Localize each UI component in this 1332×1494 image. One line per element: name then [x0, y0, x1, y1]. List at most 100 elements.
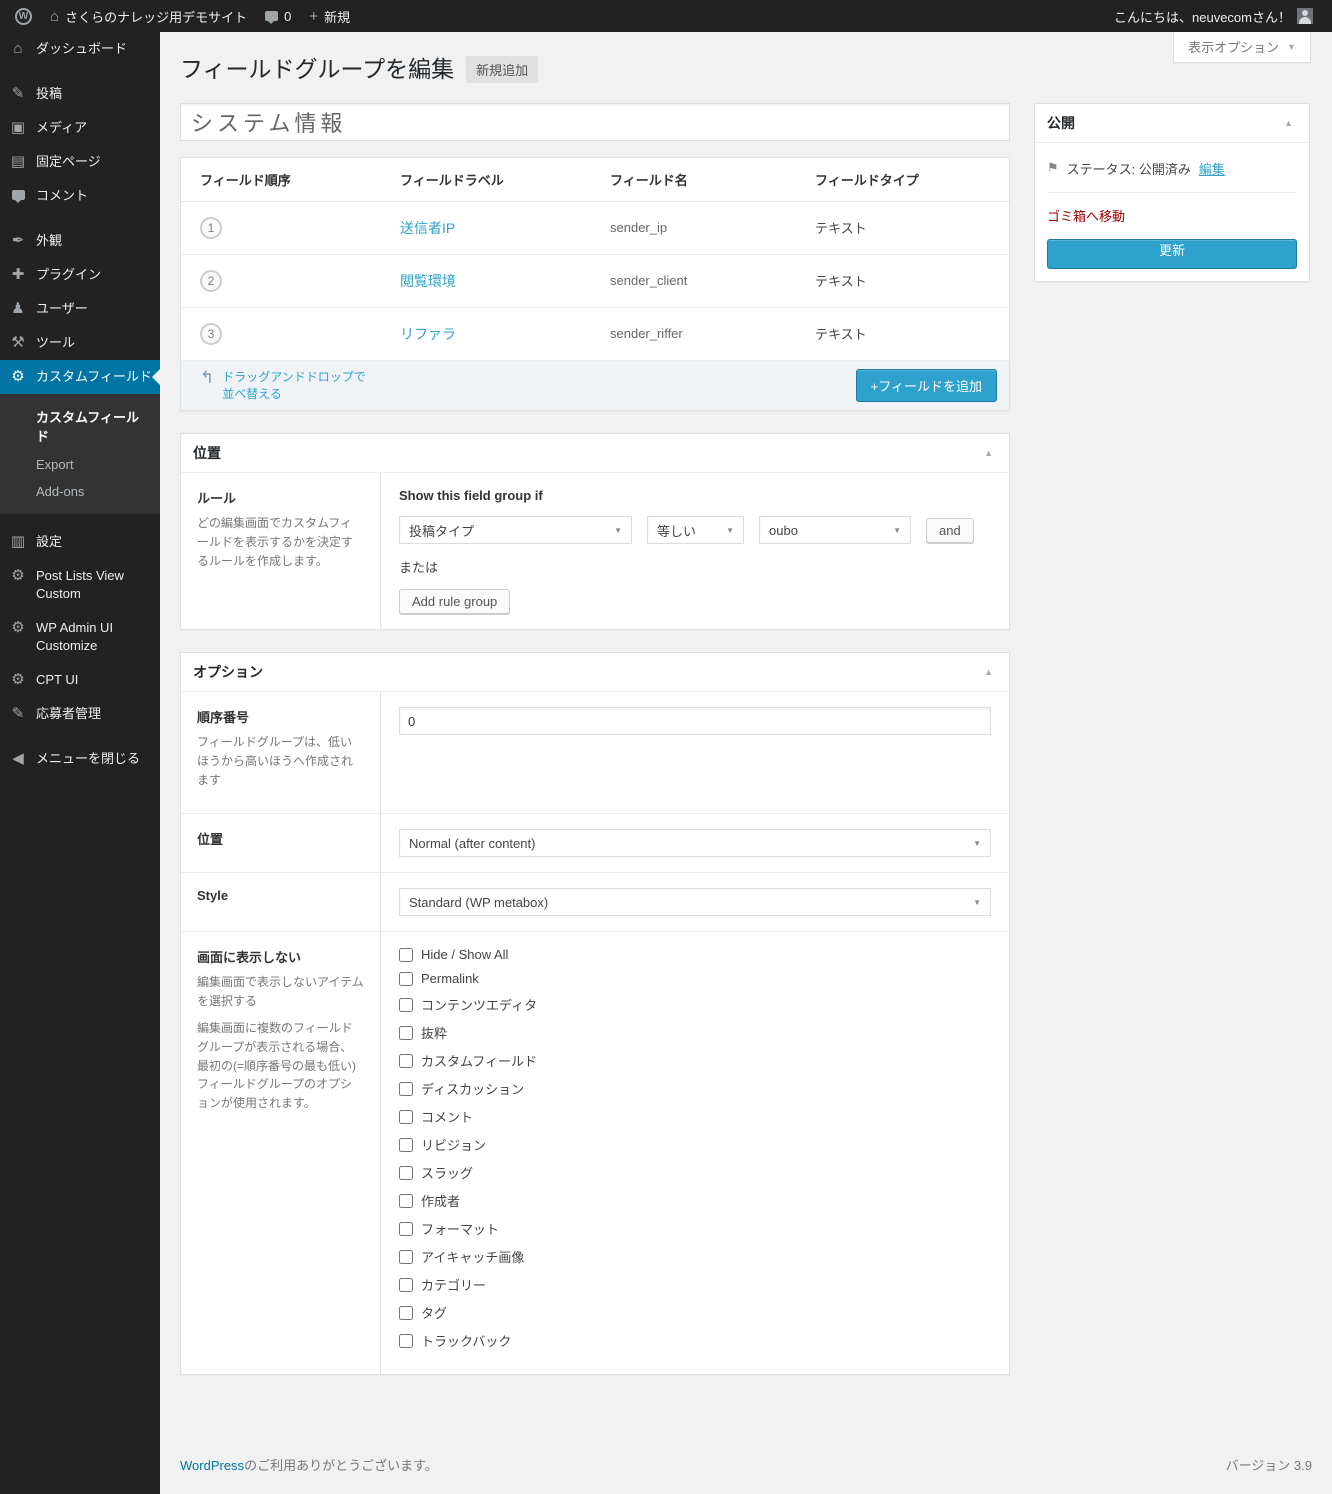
hide-option-custom-fields[interactable]: カスタムフィールド [399, 1051, 991, 1070]
sidebar-item-applicant-management[interactable]: ✎ 応募者管理 [0, 697, 160, 731]
add-new-button[interactable]: 新規追加 [466, 56, 538, 83]
location-value-select[interactable]: oubo ▼ [759, 516, 911, 544]
sidebar-item-pages[interactable]: ▤ 固定ページ [0, 145, 160, 179]
sidebar-item-custom-fields[interactable]: ⚙ カスタムフィールド [0, 360, 160, 394]
location-rules-row: ルール どの編集画面でカスタムフィールドを表示するかを決定するルールを作成します… [181, 473, 1009, 629]
wordpress-link[interactable]: WordPress [180, 1458, 244, 1473]
checkbox[interactable] [399, 1138, 413, 1152]
collapse-toggle-icon[interactable]: ▲ [980, 665, 997, 679]
checkbox[interactable] [399, 1110, 413, 1124]
checkbox[interactable] [399, 1026, 413, 1040]
submenu-item-custom-fields[interactable]: カスタムフィールド [0, 401, 160, 451]
checkbox[interactable] [399, 1306, 413, 1320]
checkbox[interactable] [399, 1166, 413, 1180]
hide-option-slug[interactable]: スラッグ [399, 1163, 991, 1182]
sidebar-item-users[interactable]: ♟ ユーザー [0, 292, 160, 326]
hide-option-excerpt[interactable]: 抜粋 [399, 1023, 991, 1042]
page-title: フィールドグループを編集 [180, 55, 454, 85]
account-menu[interactable]: こんにちは、neuvecomさん！ [1105, 0, 1322, 32]
sidebar-item-cpt-ui[interactable]: ⚙ CPT UI [0, 663, 160, 697]
column-header-label: フィールドラベル [381, 158, 591, 201]
hide-option-tags[interactable]: タグ [399, 1303, 991, 1322]
add-rule-group-button[interactable]: Add rule group [399, 589, 510, 614]
field-row[interactable]: 3 リファラ sender_riffer テキスト [181, 308, 1009, 361]
footer-version: バージョン 3.9 [1226, 1455, 1312, 1474]
checkbox[interactable] [399, 1278, 413, 1292]
new-content-menu[interactable]: + 新規 [300, 0, 359, 32]
sidebar-item-tools[interactable]: ⚒ ツール [0, 326, 160, 360]
checkbox[interactable] [399, 1082, 413, 1096]
position-row: 位置 Normal (after content) ▼ [181, 814, 1009, 873]
update-button[interactable]: 更新 [1047, 239, 1297, 269]
collapse-toggle-icon[interactable]: ▲ [1280, 116, 1297, 130]
sidebar-item-post-lists-view-custom[interactable]: ⚙ Post Lists View Custom [0, 559, 160, 611]
sidebar-item-plugins[interactable]: ✚ プラグイン [0, 258, 160, 292]
submenu-item-addons[interactable]: Add-ons [0, 478, 160, 505]
sidebar-item-settings[interactable]: ▥ 設定 [0, 525, 160, 559]
hide-option-permalink[interactable]: Permalink [399, 971, 991, 986]
checkbox[interactable] [399, 1054, 413, 1068]
comments-link[interactable]: 0 [256, 0, 300, 32]
sidebar-item-media[interactable]: ▣ メディア [0, 111, 160, 145]
hide-option-revisions[interactable]: リビジョン [399, 1135, 991, 1154]
field-label-link[interactable]: 送信者IP [400, 220, 455, 236]
submenu-item-export[interactable]: Export [0, 451, 160, 478]
checkbox[interactable] [399, 998, 413, 1012]
hide-option-discussion[interactable]: ディスカッション [399, 1079, 991, 1098]
field-row[interactable]: 1 送信者IP sender_ip テキスト [181, 202, 1009, 255]
checkbox-label: Permalink [421, 971, 479, 986]
hide-option-comments[interactable]: コメント [399, 1107, 991, 1126]
checkbox[interactable] [399, 948, 413, 962]
field-group-title-input[interactable] [180, 103, 1010, 141]
rules-description: どの編集画面でカスタムフィールドを表示するかを決定するルールを作成します。 [197, 514, 364, 570]
fields-table-footer: ↰ ドラッグアンドドロップで並べ替える +フィールドを追加 [181, 361, 1009, 411]
field-row[interactable]: 2 閲覧環境 sender_client テキスト [181, 255, 1009, 308]
checkbox[interactable] [399, 972, 413, 986]
admin-bar: W ⌂ さくらのナレッジ用デモサイト 0 + 新規 こんにちは、neuvecom… [0, 0, 1332, 32]
greeting-text: こんにちは、neuvecomさん！ [1114, 7, 1291, 26]
and-rule-button[interactable]: and [926, 518, 974, 543]
rule-row: 投稿タイプ ▼ 等しい ▼ oubo ▼ [399, 516, 991, 544]
location-box: 位置 ▲ ルール どの編集画面でカスタムフィールドを表示するかを決定するルールを… [180, 433, 1010, 630]
field-label-link[interactable]: リファラ [400, 326, 456, 342]
collapse-toggle-icon[interactable]: ▲ [980, 446, 997, 460]
current-menu-arrow [152, 369, 160, 385]
site-name-link[interactable]: ⌂ さくらのナレッジ用デモサイト [41, 0, 256, 32]
checkbox-label: カスタムフィールド [421, 1051, 537, 1070]
hide-option-content-editor[interactable]: コンテンツエディタ [399, 995, 991, 1014]
status-text: ステータス: 公開済み [1067, 159, 1191, 178]
checkbox[interactable] [399, 1334, 413, 1348]
hide-option-format[interactable]: フォーマット [399, 1219, 991, 1238]
chevron-down-icon: ▼ [973, 839, 981, 848]
sidebar-item-dashboard[interactable]: ⌂ ダッシュボード [0, 32, 160, 66]
add-field-button[interactable]: +フィールドを追加 [856, 369, 997, 402]
checkbox[interactable] [399, 1222, 413, 1236]
sidebar-item-appearance[interactable]: ✒ 外観 [0, 224, 160, 258]
sidebar-item-label: 固定ページ [36, 153, 152, 171]
hide-option-featured-image[interactable]: アイキャッチ画像 [399, 1247, 991, 1266]
position-select[interactable]: Normal (after content) ▼ [399, 829, 991, 857]
hide-option-author[interactable]: 作成者 [399, 1191, 991, 1210]
edit-status-link[interactable]: 編集 [1199, 159, 1225, 178]
field-label-link[interactable]: 閲覧環境 [400, 273, 456, 289]
sidebar-item-collapse-menu[interactable]: ◀ メニューを閉じる [0, 742, 160, 776]
checkbox[interactable] [399, 1250, 413, 1264]
custom-fields-submenu: カスタムフィールド Export Add-ons [0, 394, 160, 514]
sidebar-item-posts[interactable]: ✎ 投稿 [0, 77, 160, 111]
hide-option-trackbacks[interactable]: トラックバック [399, 1331, 991, 1350]
location-param-select[interactable]: 投稿タイプ ▼ [399, 516, 632, 544]
style-label-cell: Style [181, 873, 381, 931]
order-number-input[interactable] [399, 707, 991, 735]
hide-option-toggle-all[interactable]: Hide / Show All [399, 947, 991, 962]
field-type: テキスト [796, 314, 1009, 353]
hide-option-categories[interactable]: カテゴリー [399, 1275, 991, 1294]
location-operator-select[interactable]: 等しい ▼ [647, 516, 744, 544]
field-order-badge: 1 [200, 217, 222, 239]
sidebar-item-wp-admin-ui-customize[interactable]: ⚙ WP Admin UI Customize [0, 611, 160, 663]
sidebar-item-comments[interactable]: コメント [0, 179, 160, 213]
wp-logo-menu[interactable]: W [6, 0, 41, 32]
checkbox[interactable] [399, 1194, 413, 1208]
screen-options-tab[interactable]: 表示オプション ▼ [1173, 32, 1311, 63]
move-to-trash-link[interactable]: ゴミ箱へ移動 [1047, 206, 1125, 225]
style-select[interactable]: Standard (WP metabox) ▼ [399, 888, 991, 916]
